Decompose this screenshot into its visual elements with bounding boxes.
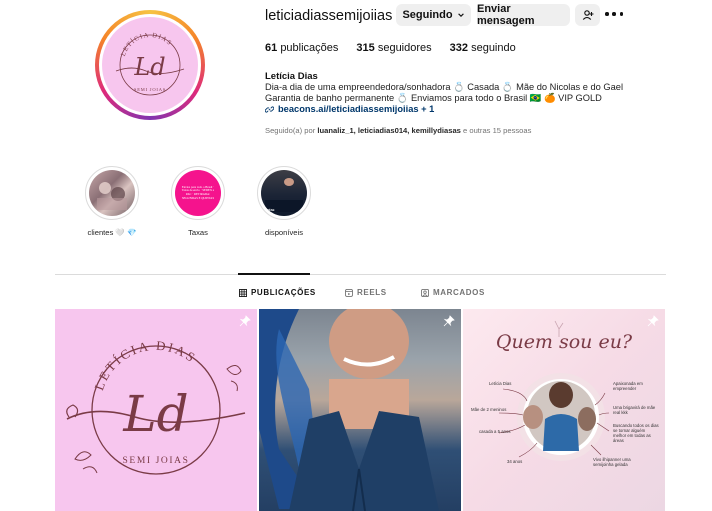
highlight-clientes[interactable]: clientes 🤍 💎 xyxy=(83,166,141,237)
followers-stat[interactable]: 315 seguidores xyxy=(356,42,431,54)
chevron-down-icon xyxy=(457,13,464,17)
avatar-logo-bottom-text: SEMI JOIAS xyxy=(134,87,166,92)
post-photo[interactable] xyxy=(259,309,461,511)
followed-by[interactable]: Seguido(a) por luanaliz_1, leticiadias01… xyxy=(265,126,531,135)
tab-reels[interactable]: REELS xyxy=(345,288,387,297)
tab-publicacoes[interactable]: PUBLICAÇÕES xyxy=(239,288,316,297)
highlight-taxas[interactable]: Envios para todo o Brasil · Taxas de env… xyxy=(169,166,227,237)
profile-link[interactable]: beacons.ai/leticiadiassemijoiias + 1 xyxy=(265,104,434,114)
pin-icon xyxy=(239,315,251,327)
profile-full-name: Letícia Dias xyxy=(265,71,318,82)
post-photo-art xyxy=(259,309,439,511)
post-about-me[interactable]: Quem sou eu? Letícia Dias Mãe de 2 menin… xyxy=(463,309,665,511)
suggest-user-button[interactable] xyxy=(575,4,600,26)
avatar-logo: LETÍCIA DIAS Ld SEMI JOIAS xyxy=(102,17,198,113)
highlight-label: clientes 🤍 💎 xyxy=(87,228,137,237)
profile-stats: 61 publicações 315 seguidores 332 seguin… xyxy=(265,42,516,54)
send-message-button[interactable]: Enviar mensagem xyxy=(477,3,570,27)
add-user-icon xyxy=(582,10,593,20)
pin-icon xyxy=(647,315,659,327)
active-tab-indicator xyxy=(238,273,310,275)
pin-icon xyxy=(443,315,455,327)
following-button[interactable]: Seguindo xyxy=(396,4,471,26)
profile-username: leticiadiassemijoiias xyxy=(265,8,393,24)
link-icon xyxy=(265,106,274,112)
tab-label: REELS xyxy=(357,288,387,297)
following-button-label: Seguindo xyxy=(402,9,453,21)
grid-icon xyxy=(239,288,247,297)
highlight-thumbnail xyxy=(89,170,135,216)
following-stat[interactable]: 332 seguindo xyxy=(450,42,516,54)
highlight-thumbnail: Envios para todo o Brasil · Taxas de env… xyxy=(175,170,221,216)
bio-line: Dia-a dia de uma empreendedora/sonhadora… xyxy=(265,82,624,92)
reels-icon xyxy=(345,288,353,297)
highlight-disponiveis[interactable]: PRÉSE disponíveis xyxy=(255,166,313,237)
post-logo[interactable]: LETÍCIA DIAS Ld SEMI JOIAS xyxy=(55,309,257,511)
post-logo-art: LETÍCIA DIAS Ld SEMI JOIAS xyxy=(66,338,246,475)
tab-label: PUBLICAÇÕES xyxy=(251,288,316,297)
highlight-label: Taxas xyxy=(188,228,208,237)
tab-marcados[interactable]: MARCADOS xyxy=(421,288,485,297)
more-options-icon[interactable] xyxy=(605,6,623,22)
avatar-logo-monogram: Ld xyxy=(133,53,165,81)
svg-text:SEMI JOIAS: SEMI JOIAS xyxy=(123,456,190,466)
profile-avatar[interactable]: LETÍCIA DIAS Ld SEMI JOIAS xyxy=(95,10,205,120)
highlight-thumbnail: PRÉSE xyxy=(261,170,307,216)
tab-label: MARCADOS xyxy=(433,288,485,297)
tagged-icon xyxy=(421,288,429,297)
bio-line: Garantia de banho permanente 💍 Enviamos … xyxy=(265,93,602,103)
posts-stat: 61 publicações xyxy=(265,42,339,54)
tabs-divider xyxy=(55,274,666,275)
svg-text:Ld: Ld xyxy=(122,385,188,443)
highlight-label: disponíveis xyxy=(265,228,303,237)
profile-link-text: beacons.ai/leticiadiassemijoiias + 1 xyxy=(278,104,435,114)
profile-bio: Dia-a dia de uma empreendedora/sonhadora… xyxy=(265,82,623,104)
